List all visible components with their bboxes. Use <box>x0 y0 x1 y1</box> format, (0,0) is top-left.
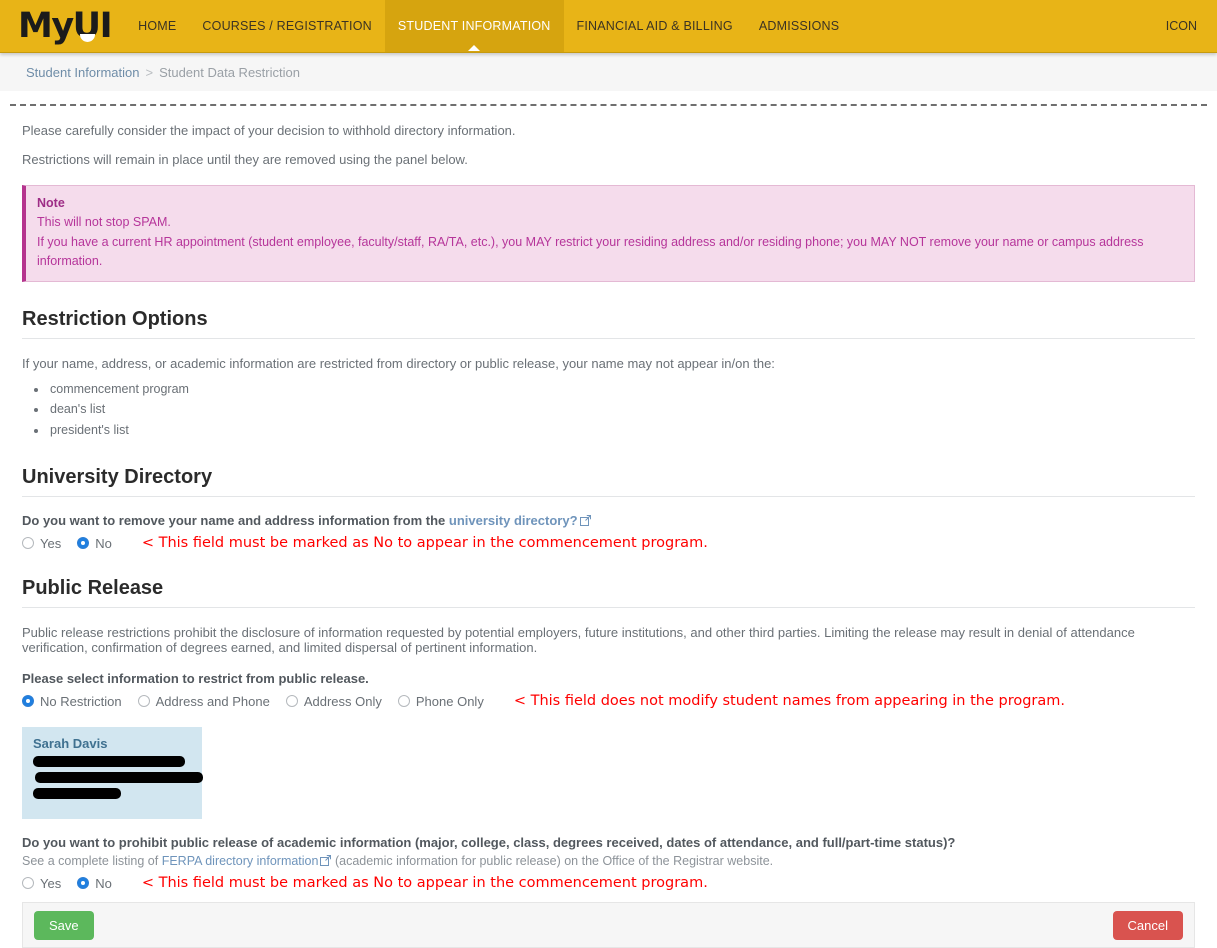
note-callout: Note This will not stop SPAM. If you hav… <box>22 185 1195 282</box>
external-link-icon <box>579 515 591 527</box>
list-item: president's list <box>48 420 1204 441</box>
public-release-description: Public release restrictions prohibit the… <box>22 625 1135 656</box>
radio-option-no-restriction[interactable]: No Restriction <box>22 694 122 709</box>
breadcrumb-separator: > <box>145 64 154 80</box>
radio-dot <box>397 695 410 708</box>
university-directory-question: Do you want to remove your name and addr… <box>22 513 1195 528</box>
academic-release-help: See a complete listing of FERPA director… <box>22 854 1195 868</box>
academic-release-radio-group: Yes No < This field must be marked as No… <box>22 875 1195 891</box>
redacted-address-line <box>33 756 185 768</box>
annotation-public-release: < This field does not modify student nam… <box>513 693 1066 710</box>
dashed-divider <box>10 104 1207 106</box>
annotation-university-directory: < This field must be marked as No to app… <box>141 535 708 552</box>
list-item: dean's list <box>48 399 1204 420</box>
radio-option-phone-only[interactable]: Phone Only <box>397 693 484 709</box>
public-release-radio-group: No Restriction Address and Phone Address… <box>22 693 1195 709</box>
nav-item-financial-aid-billing[interactable]: FINANCIAL AID & BILLING <box>564 0 746 52</box>
redacted-phone-line <box>33 788 121 800</box>
nav-item-student-information[interactable]: STUDENT INFORMATION <box>384 0 564 52</box>
top-navigation-bar: My UI HOME COURSES / REGISTRATION STUDENT… <box>0 0 1217 53</box>
academic-release-help-prefix: See a complete listing of <box>22 854 159 869</box>
radio-label: Address Only <box>303 693 382 709</box>
myui-logo[interactable]: My UI <box>0 0 125 52</box>
redacted-city-state-zip-line <box>35 772 203 784</box>
breadcrumb-current: Student Data Restriction <box>159 64 300 80</box>
section-heading-public-release: Public Release <box>22 577 1195 609</box>
breadcrumb-parent-link[interactable]: Student Information <box>26 65 139 80</box>
section-heading-restriction-options: Restriction Options <box>22 308 1195 339</box>
student-address-card: Sarah Davis <box>22 727 203 820</box>
note-title: Note <box>37 196 65 210</box>
radio-label: No Restriction <box>40 693 122 709</box>
breadcrumb: Student Information > Student Data Restr… <box>0 53 1217 91</box>
academic-release-help-suffix: (academic information for public release… <box>334 854 774 869</box>
logo-text-ui: UI <box>72 5 113 46</box>
academic-release-question: Do you want to prohibit public release o… <box>22 835 956 851</box>
page-content: Please carefully consider the impact of … <box>0 123 1217 948</box>
radio-dot-selected <box>77 537 90 550</box>
nav-item-admissions[interactable]: ADMISSIONS <box>746 0 853 52</box>
university-directory-link[interactable]: university directory? <box>449 513 578 528</box>
radio-dot <box>137 695 150 708</box>
list-item: commencement program <box>48 379 1204 400</box>
radio-option-address-and-phone[interactable]: Address and Phone <box>137 693 270 709</box>
radio-label: No <box>95 535 112 551</box>
external-link-icon <box>320 855 332 867</box>
radio-dot <box>22 877 34 890</box>
form-action-bar: Save Cancel <box>22 902 1195 948</box>
restriction-options-list: commencement program dean's list preside… <box>22 379 1204 441</box>
radio-dot-selected <box>77 877 90 890</box>
radio-label: Address and Phone <box>155 693 270 709</box>
radio-option-address-only[interactable]: Address Only <box>285 693 382 709</box>
radio-label: No <box>95 875 112 891</box>
profile-icon[interactable]: ICON <box>1156 0 1217 52</box>
radio-option-directory-no[interactable]: No <box>77 536 112 551</box>
university-directory-radio-group: Yes No < This field must be marked as No… <box>22 535 1195 551</box>
note-line-1: This will not stop SPAM. <box>37 215 171 230</box>
restriction-options-intro: If your name, address, or academic infor… <box>22 355 775 371</box>
intro-line-1: Please carefully consider the impact of … <box>22 123 516 138</box>
save-button[interactable]: Save <box>34 910 94 941</box>
student-name: Sarah Davis <box>33 736 108 752</box>
logo-text-my: My <box>18 5 74 46</box>
public-release-select-label: Please select information to restrict fr… <box>22 671 369 687</box>
radio-dot-selected <box>22 695 34 708</box>
nav-item-home[interactable]: HOME <box>125 0 189 52</box>
intro-line-2: Restrictions will remain in place until … <box>22 152 468 167</box>
ferpa-directory-information-link[interactable]: FERPA directory information <box>162 854 319 868</box>
section-heading-university-directory: University Directory <box>22 466 1195 498</box>
radio-label: Yes <box>40 535 62 551</box>
radio-label: Phone Only <box>415 693 484 709</box>
cancel-button[interactable]: Cancel <box>1112 910 1183 941</box>
radio-option-academic-no[interactable]: No <box>77 876 112 891</box>
radio-dot <box>22 537 34 550</box>
nav-item-courses-registration[interactable]: COURSES / REGISTRATION <box>189 0 384 52</box>
annotation-academic-release: < This field must be marked as No to app… <box>141 875 708 892</box>
nav-items: HOME COURSES / REGISTRATION STUDENT INFO… <box>125 0 852 52</box>
radio-label: Yes <box>40 875 62 891</box>
university-directory-question-text: Do you want to remove your name and addr… <box>22 513 446 529</box>
radio-dot <box>285 695 298 708</box>
note-line-2: If you have a current HR appointment (st… <box>37 234 1144 269</box>
radio-option-academic-yes[interactable]: Yes <box>22 876 61 891</box>
radio-option-directory-yes[interactable]: Yes <box>22 536 61 551</box>
